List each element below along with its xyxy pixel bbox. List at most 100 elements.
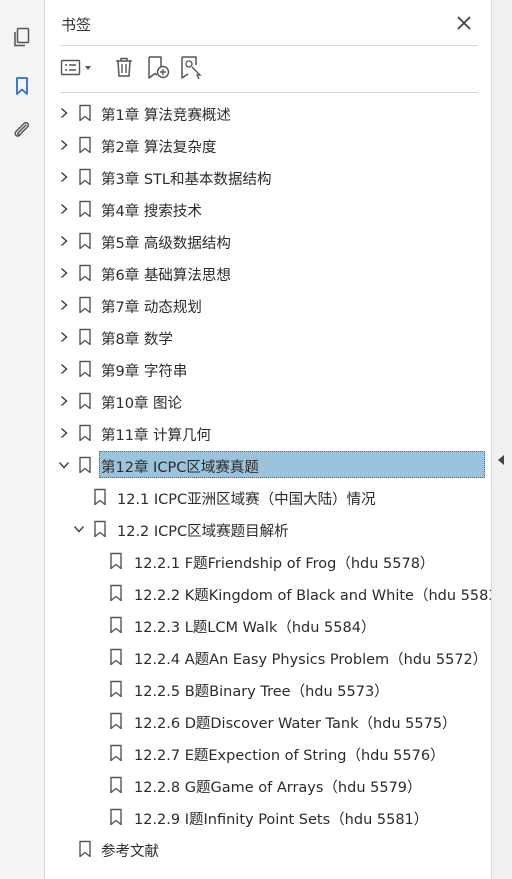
bookmark-row[interactable]: 参考文献 [45,834,491,864]
bookmark-icon [109,616,123,634]
bookmark-row[interactable]: 第1章 算法竞赛概述 [45,98,491,128]
bookmark-icon [78,360,92,378]
bookmark-from-selection-icon[interactable] [177,54,205,80]
bookmark-icon [109,648,123,666]
bookmark-icon [109,680,123,698]
bookmark-row[interactable]: 12.2.3 L题LCM Walk（hdu 5584） [45,610,491,640]
bookmark-icon-graphic [79,200,91,218]
bookmark-icon-graphic [79,104,91,122]
bookmark-icon-graphic [79,168,91,186]
bookmark-icon-graphic [79,264,91,282]
close-icon-graphic [457,16,471,30]
chevron-right-icon[interactable] [58,235,70,247]
attachment-icon[interactable] [8,116,36,144]
new-bookmark-icon-graphic [148,56,170,79]
bookmark-row[interactable]: 第8章 数学 [45,322,491,352]
chevron-right-icon[interactable] [58,107,70,119]
pages-icon[interactable] [8,23,36,51]
chevron-right-icon-graphic [60,139,68,151]
bookmark-row[interactable]: 第4章 搜索技术 [45,194,491,224]
document-edge-strip [491,0,512,879]
bookmark-row[interactable]: 12.2.9 I题Infinity Point Sets（hdu 5581） [45,802,491,832]
pages-icon-graphic [14,27,30,47]
bookmark-row[interactable]: 12.2 ICPC区域赛题目解析 [45,514,491,544]
options-menu-icon[interactable] [59,54,97,80]
chevron-right-icon[interactable] [58,299,70,311]
chevron-right-icon-graphic [60,363,68,375]
bookmark-row[interactable]: 第9章 字符串 [45,354,491,384]
chevron-down-icon-graphic [58,461,70,469]
bookmark-row[interactable]: 第6章 基础算法思想 [45,258,491,288]
bookmark-icon [109,744,123,762]
panel-title: 书签 [61,16,92,34]
bookmark-label: 12.2.1 F题Friendship of Frog（hdu 5578） [134,556,435,572]
chevron-right-icon-graphic [60,235,68,247]
bookmark-row[interactable]: 第12章 ICPC区域赛真题 [45,450,491,480]
chevron-down-icon[interactable] [58,459,70,471]
bookmark-icon [78,104,92,122]
bookmark-icon[interactable] [8,72,36,100]
navigation-pane-strip [0,0,45,879]
attachment-icon-graphic [14,121,30,137]
bookmark-icon-graphic [110,744,122,762]
bookmark-label: 第12章 ICPC区域赛真题 [101,460,259,476]
chevron-right-icon[interactable] [58,395,70,407]
bookmark-icon-graphic [110,648,122,666]
bookmark-icon-graphic [79,328,91,346]
bookmark-row[interactable]: 12.2.4 A题An Easy Physics Problem（hdu 557… [45,642,491,672]
new-bookmark-icon[interactable] [144,54,172,80]
bookmark-row[interactable]: 12.2.7 E题Expection of String（hdu 5576） [45,738,491,768]
chevron-right-icon[interactable] [58,139,70,151]
chevron-down-icon[interactable] [73,523,85,535]
bookmark-icon-graphic [110,680,122,698]
bookmark-row[interactable]: 12.2.2 K题Kingdom of Black and White（hdu … [45,578,512,608]
chevron-right-icon-graphic [60,107,68,119]
bookmark-icon [93,520,107,538]
bookmark-icon [93,488,107,506]
bookmark-icon-graphic [110,712,122,730]
bookmark-row[interactable]: 第7章 动态规划 [45,290,491,320]
bookmark-label: 12.2.9 I题Infinity Point Sets（hdu 5581） [134,812,429,828]
bookmark-label: 12.1 ICPC亚洲区域赛（中国大陆）情况 [117,492,376,508]
bookmark-label: 12.2.8 G题Game of Arrays（hdu 5579） [134,780,422,796]
bookmark-label: 12.2 ICPC区域赛题目解析 [117,524,289,540]
chevron-right-icon[interactable] [58,171,70,183]
bookmark-label: 第9章 字符串 [101,364,188,380]
bookmark-icon-graphic [94,488,106,506]
bookmark-icon [78,328,92,346]
bookmark-label: 第4章 搜索技术 [101,204,202,220]
delete-icon-graphic [116,57,132,77]
bookmark-row[interactable]: 第11章 计算几何 [45,418,491,448]
bookmark-icon-graphic [110,584,122,602]
bookmark-row[interactable]: 12.1 ICPC亚洲区域赛（中国大陆）情况 [45,482,491,512]
chevron-right-icon[interactable] [58,267,70,279]
chevron-right-icon[interactable] [58,427,70,439]
bookmark-row[interactable]: 第5章 高级数据结构 [45,226,491,256]
delete-icon[interactable] [111,54,137,80]
bookmark-row[interactable]: 12.2.6 D题Discover Water Tank（hdu 5575） [45,706,491,736]
chevron-right-icon-graphic [60,299,68,311]
bookmark-icon [109,552,123,570]
bookmark-row[interactable]: 12.2.8 G题Game of Arrays（hdu 5579） [45,770,491,800]
bookmark-label: 12.2.6 D题Discover Water Tank（hdu 5575） [134,716,457,732]
bookmark-icon-graphic [79,360,91,378]
close-icon[interactable] [455,14,473,32]
bookmark-row[interactable]: 第10章 图论 [45,386,491,416]
bookmark-label: 第7章 动态规划 [101,300,202,316]
bookmark-icon [78,456,92,474]
bookmark-row[interactable]: 第2章 算法复杂度 [45,130,491,160]
bookmark-icon-graphic [79,456,91,474]
bookmark-label: 第11章 计算几何 [101,428,212,444]
chevron-right-icon-graphic [60,203,68,215]
bookmark-row[interactable]: 第3章 STL和基本数据结构 [45,162,491,192]
bookmark-label: 第1章 算法竞赛概述 [101,108,231,124]
bookmark-row[interactable]: 12.2.1 F题Friendship of Frog（hdu 5578） [45,546,491,576]
chevron-right-icon[interactable] [58,331,70,343]
bookmark-row[interactable]: 12.2.5 B题Binary Tree（hdu 5573） [45,674,491,704]
chevron-right-icon[interactable] [58,203,70,215]
bookmark-icon [78,136,92,154]
collapse-panel-icon[interactable] [498,455,504,465]
chevron-right-icon[interactable] [58,363,70,375]
bookmark-icon-graphic [110,808,122,826]
chevron-right-icon-graphic [60,331,68,343]
